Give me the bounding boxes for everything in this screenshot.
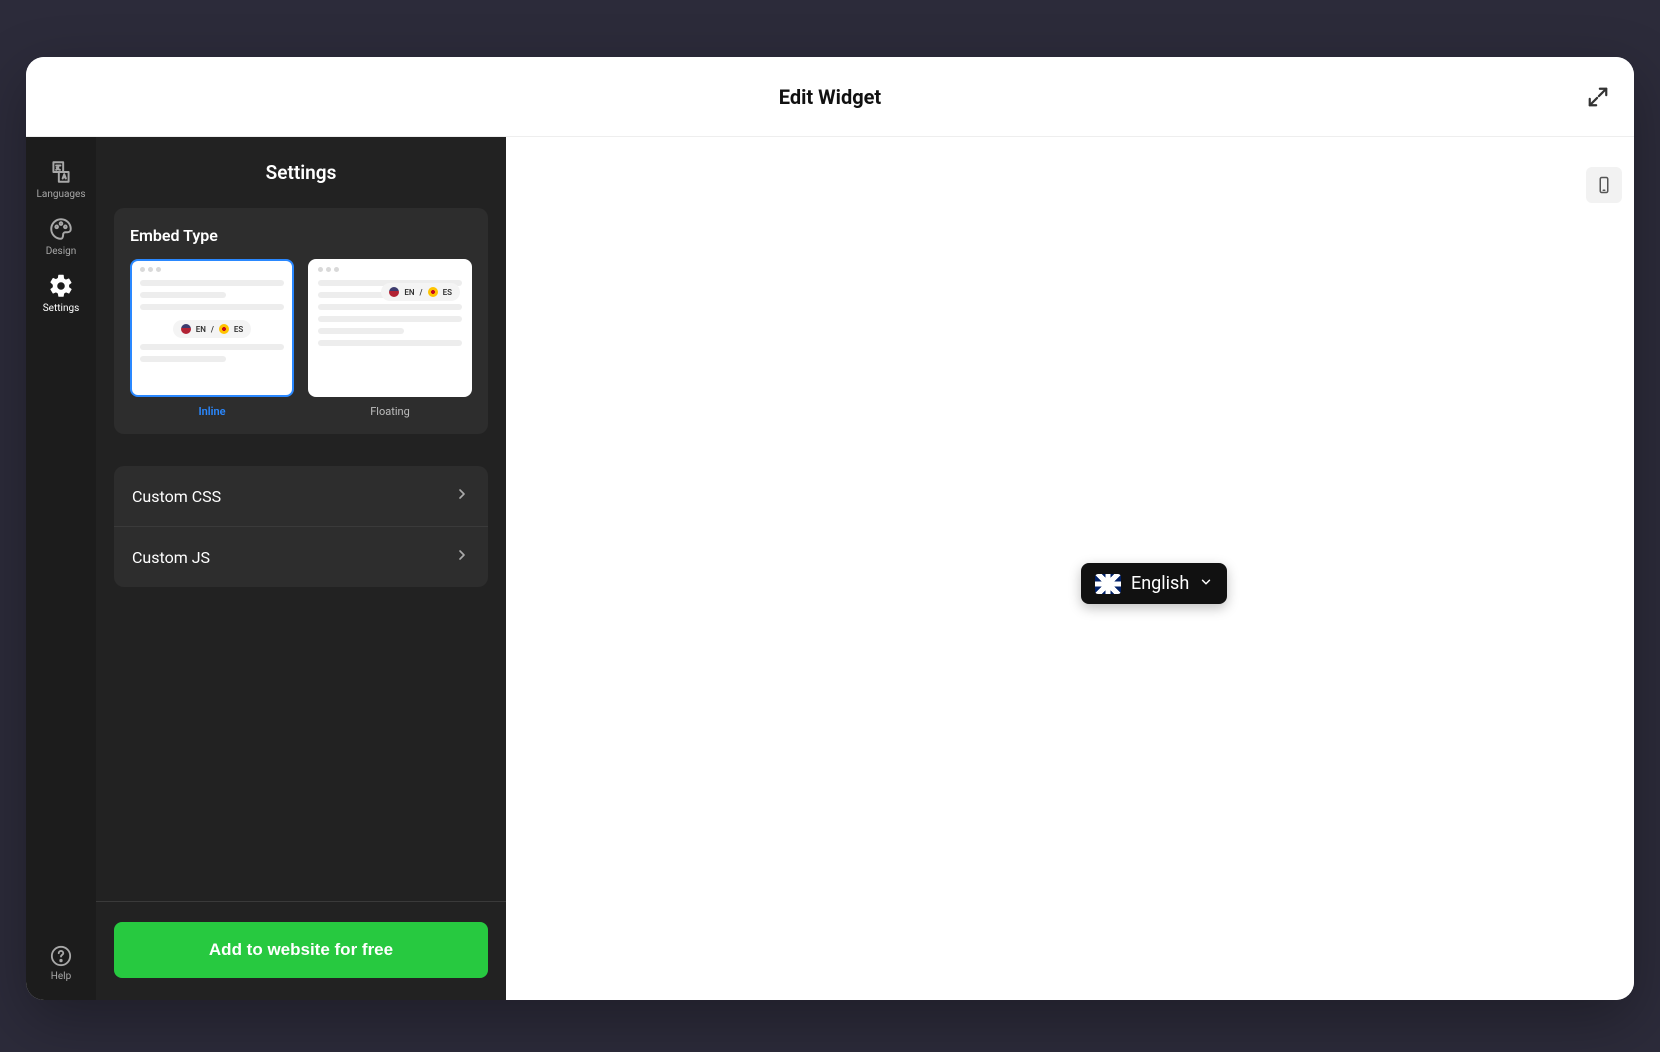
- edit-widget-modal: Edit Widget Languages Design: [26, 57, 1634, 1000]
- mobile-preview-toggle[interactable]: [1586, 167, 1622, 203]
- embed-thumb-floating: EN / ES: [308, 259, 472, 397]
- expand-icon: [1587, 86, 1609, 108]
- preview-area: English: [506, 137, 1634, 1000]
- row-label: Custom CSS: [132, 487, 221, 506]
- sidebar-item-help[interactable]: Help: [26, 945, 96, 982]
- sidebar-item-label: Help: [51, 971, 71, 982]
- sidebar-item-label: Languages: [37, 189, 86, 200]
- settings-scroll: Settings Embed Type: [96, 137, 506, 901]
- modal-title: Edit Widget: [779, 85, 881, 109]
- row-label: Custom JS: [132, 548, 210, 567]
- sidebar-item-settings[interactable]: Settings: [26, 263, 96, 320]
- sidebar-item-languages[interactable]: Languages: [26, 149, 96, 206]
- pill-en: EN: [196, 325, 206, 334]
- add-to-website-button[interactable]: Add to website for free: [114, 922, 488, 978]
- row-custom-js[interactable]: Custom JS: [114, 526, 488, 587]
- settings-list: Custom CSS Custom JS: [114, 466, 488, 587]
- embed-type-title: Embed Type: [130, 226, 472, 245]
- help-icon: [50, 945, 72, 967]
- settings-panel: Settings Embed Type: [96, 137, 506, 1000]
- language-label: English: [1131, 573, 1189, 594]
- flag-es-icon: [428, 287, 438, 297]
- mobile-icon: [1595, 173, 1613, 197]
- embed-option-label: Inline: [198, 405, 225, 418]
- pill-es: ES: [443, 288, 452, 297]
- chevron-down-icon: [1199, 573, 1213, 594]
- pill-sep: /: [211, 325, 214, 334]
- flag-uk-icon: [1095, 574, 1121, 594]
- gear-icon: [48, 273, 74, 299]
- embed-thumb-inline: EN / ES: [130, 259, 294, 397]
- embed-type-card: Embed Type EN /: [114, 208, 488, 434]
- flag-us-icon: [181, 324, 191, 334]
- row-custom-css[interactable]: Custom CSS: [114, 466, 488, 526]
- pill-es: ES: [234, 325, 243, 334]
- language-selector-widget[interactable]: English: [1081, 563, 1227, 604]
- flag-us-icon: [389, 287, 399, 297]
- modal-body: Languages Design Settings Help: [26, 137, 1634, 1000]
- translate-icon: [48, 159, 74, 185]
- pill-sep: /: [420, 288, 423, 297]
- settings-heading: Settings: [114, 161, 488, 184]
- flag-es-icon: [219, 324, 229, 334]
- embed-option-floating[interactable]: EN / ES: [308, 259, 472, 418]
- chevron-right-icon: [454, 486, 470, 506]
- sidebar-item-label: Design: [46, 246, 77, 257]
- palette-icon: [48, 216, 74, 242]
- embed-option-label: Floating: [370, 405, 410, 418]
- sidebar-item-label: Settings: [43, 303, 80, 314]
- chevron-right-icon: [454, 547, 470, 567]
- modal-header: Edit Widget: [26, 57, 1634, 137]
- embed-option-inline[interactable]: EN / ES Inline: [130, 259, 294, 418]
- pill-en: EN: [404, 288, 414, 297]
- settings-footer: Add to website for free: [96, 901, 506, 1000]
- embed-options: EN / ES Inline: [130, 259, 472, 418]
- expand-button[interactable]: [1584, 83, 1612, 111]
- sidebar-item-design[interactable]: Design: [26, 206, 96, 263]
- mini-sidebar: Languages Design Settings Help: [26, 137, 96, 1000]
